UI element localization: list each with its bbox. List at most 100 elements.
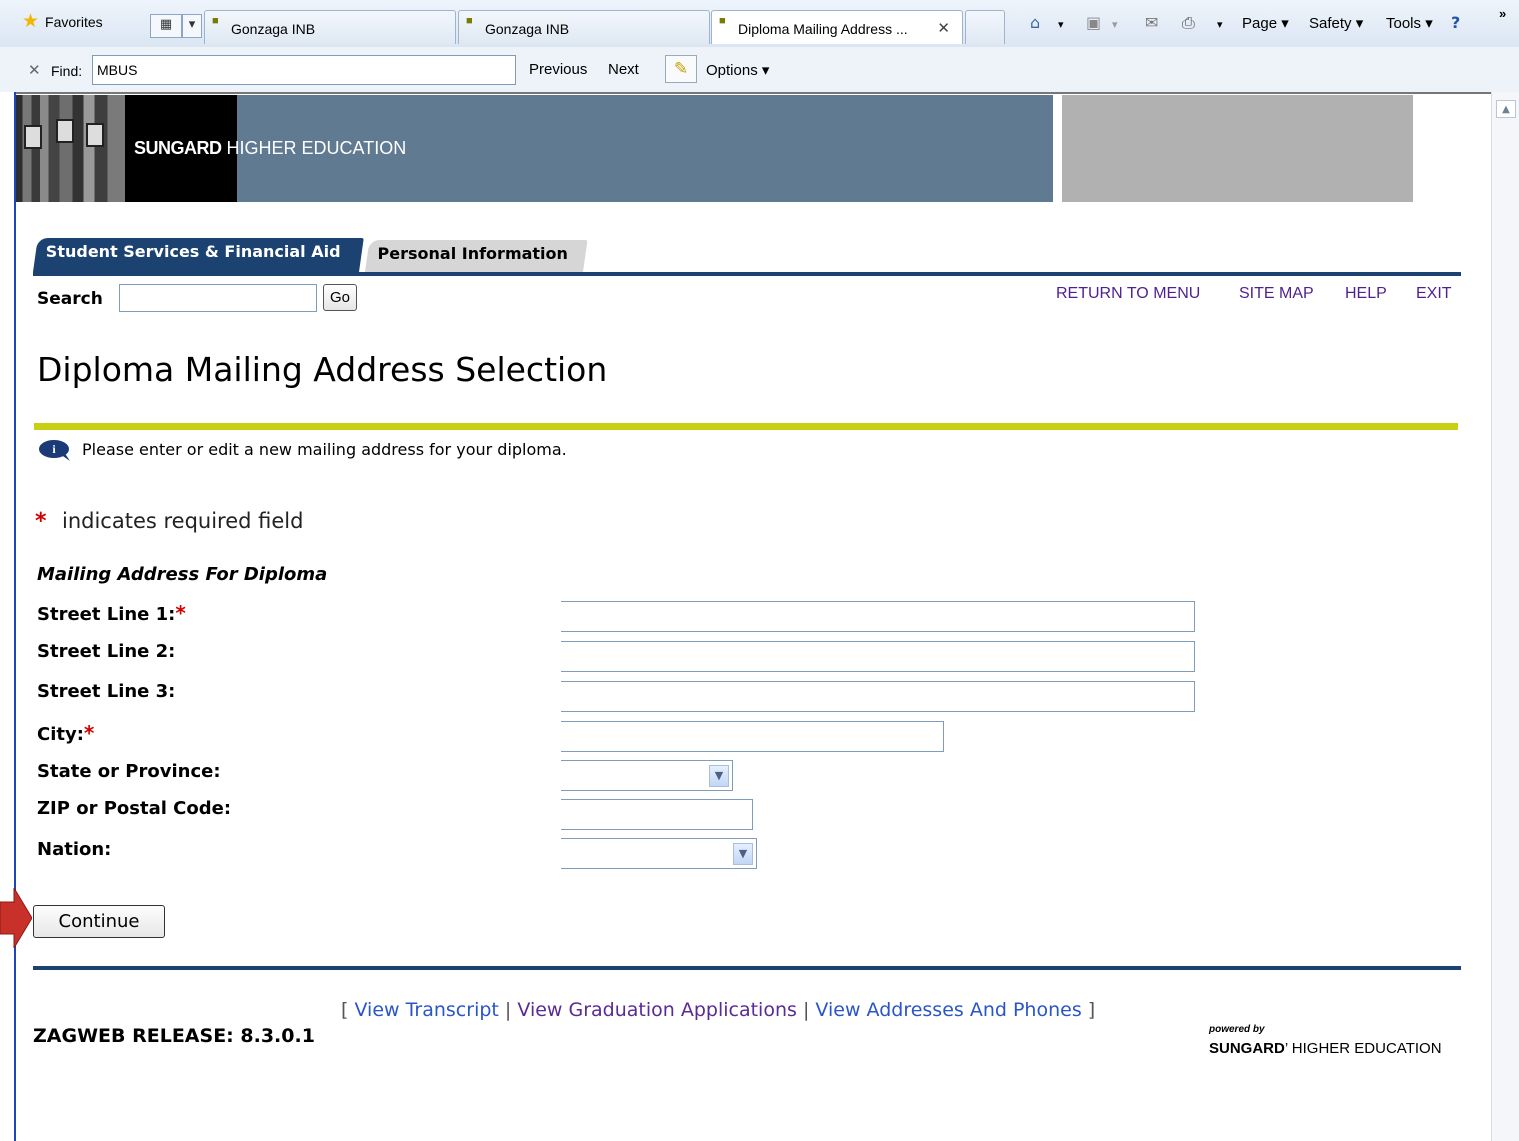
new-tab-button[interactable] [965, 10, 1005, 44]
safety-menu[interactable]: Safety ▾ [1309, 14, 1363, 32]
street-line-3-input[interactable] [561, 681, 1195, 712]
browser-tab-3-label: Diploma Mailing Address ... [738, 21, 908, 37]
chevron-down-icon[interactable]: ▾ [1217, 18, 1223, 31]
more-chevron-icon[interactable]: » [1499, 6, 1506, 21]
exit-link[interactable]: EXIT [1416, 285, 1452, 303]
tab-student-services-label: Student Services & Financial Aid [45, 242, 341, 261]
powered-by-label: powered by [1209, 1024, 1265, 1035]
quick-tabs-icon: ▦ [159, 17, 173, 32]
required-note: indicates required field [62, 509, 304, 533]
street-line-1-label-text: Street Line 1: [37, 604, 176, 625]
chevron-down-icon: ▾ [1112, 19, 1118, 31]
tools-menu[interactable]: Tools ▾ [1386, 14, 1433, 32]
chevron-down-icon[interactable]: ▼ [709, 765, 729, 787]
footer-separator: | [504, 999, 512, 1021]
tab-personal-information[interactable]: Personal Information [365, 240, 588, 272]
banner-brand-rest: HIGHER EDUCATION [226, 138, 407, 158]
zip-label: ZIP or Postal Code: [37, 798, 232, 819]
favorites-button[interactable]: ★ Favorites [22, 11, 103, 32]
help-link[interactable]: HELP [1345, 285, 1387, 303]
browser-tab-2[interactable]: ■ Gonzaga INB [458, 10, 710, 44]
find-next-button[interactable]: Next [608, 61, 639, 78]
close-tab-icon[interactable]: ✕ [937, 11, 950, 44]
page-icon: ■ [719, 15, 726, 27]
info-message: Please enter or edit a new mailing addre… [82, 440, 567, 459]
pointer-arrow-icon [0, 888, 32, 948]
browser-tab-3[interactable]: ■ Diploma Mailing Address ... ✕ [711, 10, 963, 44]
banner-brand: SUNGARD HIGHER EDUCATION [134, 138, 406, 159]
required-star-icon: * [83, 721, 95, 745]
continue-button[interactable]: Continue [33, 905, 165, 938]
find-options-label: Options [706, 62, 758, 79]
page-icon: ■ [212, 15, 219, 27]
find-input[interactable]: MBUS [92, 55, 516, 85]
chevron-down-icon: ▾ [188, 17, 196, 32]
info-icon: i [39, 440, 70, 461]
pencil-icon[interactable]: ✎ [665, 55, 697, 83]
page-icon: ■ [466, 15, 473, 27]
tab-list-dropdown[interactable]: ▾ [182, 14, 202, 38]
feeds-icon[interactable]: ▣ [1086, 13, 1101, 32]
page-left-edge [0, 92, 16, 1141]
browser-tab-bar: ★ Favorites ▦ ▾ ■ Gonzaga INB ■ Gonzaga … [0, 0, 1519, 48]
footer-open-bracket: [ [341, 999, 349, 1021]
tools-menu-label: Tools [1386, 15, 1422, 32]
required-star-icon: * [35, 509, 47, 534]
street-line-2-label: Street Line 2: [37, 641, 176, 662]
help-icon[interactable]: ? [1451, 13, 1460, 32]
street-line-2-input[interactable] [561, 641, 1195, 672]
page-menu[interactable]: Page ▾ [1242, 14, 1289, 32]
close-icon[interactable]: ✕ [28, 61, 41, 79]
state-select[interactable]: ▼ [561, 760, 733, 791]
find-previous-button[interactable]: Previous [529, 61, 587, 78]
street-line-1-label: Street Line 1:* [37, 601, 186, 625]
page-menu-label: Page [1242, 15, 1278, 32]
favorites-label: Favorites [45, 14, 103, 30]
star-icon: ★ [22, 11, 40, 32]
footer-separator: | [802, 999, 810, 1021]
print-icon[interactable]: ⎙ [1182, 13, 1195, 33]
tab-personal-information-label: Personal Information [377, 244, 568, 263]
browser-tab-1[interactable]: ■ Gonzaga INB [204, 10, 456, 44]
chevron-down-icon[interactable]: ▾ [1058, 18, 1064, 31]
find-options-menu[interactable]: Options ▾ [706, 61, 769, 79]
release-version: ZAGWEB RELEASE: 8.3.0.1 [33, 1025, 315, 1047]
nation-select[interactable]: ▼ [561, 838, 757, 869]
city-label: City:* [37, 721, 94, 745]
banner-gray-block [1062, 95, 1413, 202]
vertical-scrollbar[interactable]: ▲ [1491, 92, 1519, 1141]
return-to-menu-link[interactable]: RETURN TO MENU [1056, 285, 1200, 303]
nav-divider [33, 272, 1461, 276]
view-transcript-link[interactable]: View Transcript [354, 999, 498, 1021]
find-bar: ✕ Find: MBUS Previous Next ✎ Options ▾ [0, 47, 1519, 94]
powered-brand-rest: HIGHER EDUCATION [1291, 1040, 1442, 1057]
site-map-link[interactable]: SITE MAP [1239, 285, 1314, 303]
banner-brand-bold: SUNGARD [134, 138, 222, 158]
bottom-divider [33, 966, 1461, 970]
powered-by-brand: SUNGARD’ HIGHER EDUCATION [1209, 1040, 1442, 1057]
scroll-up-icon[interactable]: ▲ [1496, 100, 1516, 118]
quick-tabs-button[interactable]: ▦ [150, 14, 182, 38]
home-icon[interactable]: ⌂ [1030, 13, 1040, 32]
safety-menu-label: Safety [1309, 15, 1352, 32]
tab-student-services[interactable]: Student Services & Financial Aid [33, 238, 364, 272]
search-input[interactable] [119, 284, 317, 312]
chevron-down-icon[interactable]: ▼ [733, 843, 753, 865]
title-divider [34, 423, 1458, 430]
city-input[interactable] [561, 721, 944, 752]
form-heading: Mailing Address For Diploma [37, 564, 328, 585]
banner-building-photo [16, 95, 125, 202]
nation-label: Nation: [37, 839, 112, 860]
street-line-1-input[interactable] [561, 601, 1195, 632]
zip-input[interactable] [561, 799, 753, 830]
go-button[interactable]: Go [323, 284, 357, 311]
search-label: Search [37, 289, 103, 309]
mail-icon[interactable]: ✉ [1145, 13, 1158, 32]
powered-brand-bold: SUNGARD [1209, 1040, 1285, 1057]
page-title: Diploma Mailing Address Selection [37, 350, 608, 389]
street-line-3-label: Street Line 3: [37, 681, 176, 702]
view-addresses-and-phones-link[interactable]: View Addresses And Phones [815, 999, 1081, 1021]
browser-tab-1-label: Gonzaga INB [231, 21, 316, 37]
view-graduation-applications-link[interactable]: View Graduation Applications [517, 999, 797, 1021]
state-label: State or Province: [37, 761, 221, 782]
